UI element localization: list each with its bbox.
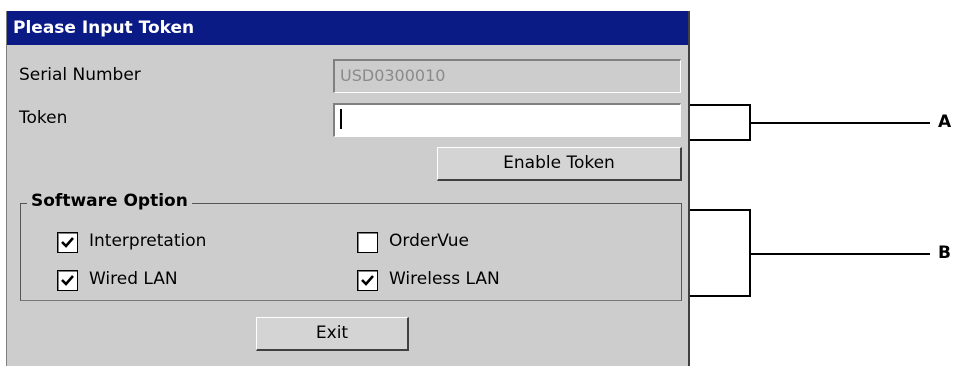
callout-a-bracket <box>690 104 751 141</box>
callout-a-label: A <box>938 112 952 132</box>
callout-b-bracket <box>690 209 751 297</box>
callout-lines <box>690 104 930 297</box>
callout-b-label: B <box>938 243 951 263</box>
